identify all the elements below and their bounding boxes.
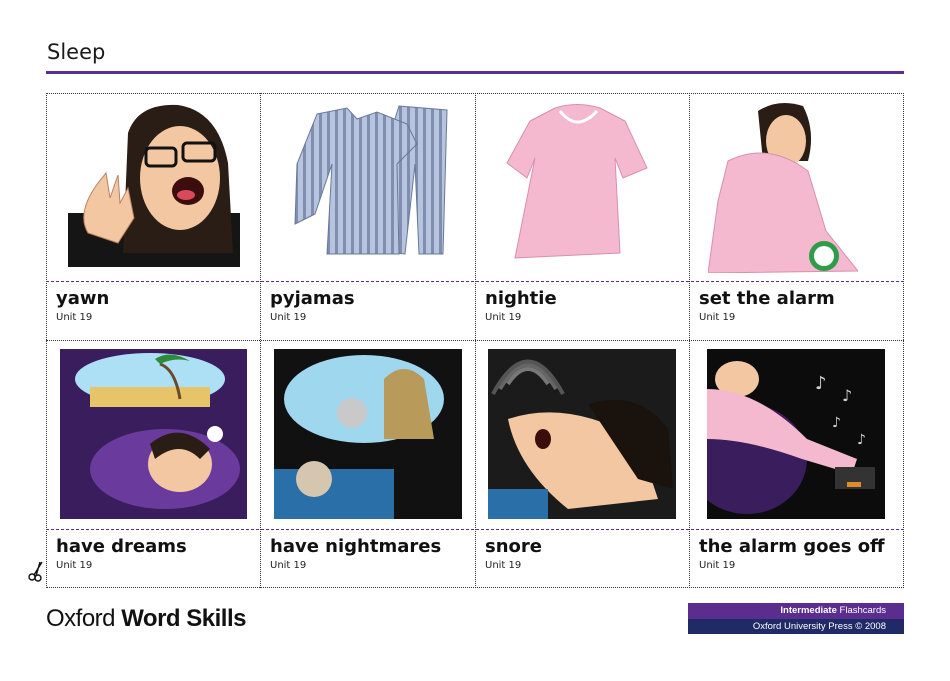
page-title: Sleep <box>47 40 106 64</box>
man-snoring-image <box>488 349 676 519</box>
nightie-image <box>506 104 648 259</box>
card-unit: Unit 19 <box>270 560 307 571</box>
card-unit: Unit 19 <box>699 312 736 323</box>
card-unit: Unit 19 <box>485 312 522 323</box>
pyjamas-image <box>294 105 448 255</box>
card-word: have dreams <box>56 536 187 557</box>
level-bold: Intermediate <box>780 605 837 616</box>
card-unit: Unit 19 <box>56 312 93 323</box>
card-unit: Unit 19 <box>485 560 522 571</box>
card-unit: Unit 19 <box>699 560 736 571</box>
svg-text:♪: ♪ <box>832 415 841 431</box>
yawning-woman-image <box>68 104 240 267</box>
card-word: nightie <box>485 288 557 309</box>
card-word: have nightmares <box>270 536 442 557</box>
brand-logo: Oxford Word Skills <box>46 605 246 633</box>
card-unit: Unit 19 <box>270 312 307 323</box>
woman-alarm-goes-off-image: ♪ ♪ ♪ ♪ <box>707 349 885 519</box>
card-word: snore <box>485 536 542 557</box>
level-badge: Intermediate Flashcards <box>688 603 904 619</box>
publisher-badge: Oxford University Press © 2008 <box>688 619 904 634</box>
title-rule <box>46 71 904 74</box>
level-rest: Flashcards <box>839 605 886 616</box>
woman-setting-alarm-image <box>708 102 858 273</box>
brand-bold: Word Skills <box>121 605 246 632</box>
card-unit: Unit 19 <box>56 560 93 571</box>
fold-line <box>46 281 904 282</box>
svg-text:♪: ♪ <box>857 432 866 448</box>
child-nightmare-image <box>274 349 462 519</box>
card-word: pyjamas <box>270 288 355 309</box>
fold-line <box>46 529 904 530</box>
svg-text:♪: ♪ <box>815 373 827 394</box>
cut-line <box>46 340 904 341</box>
woman-dreaming-image <box>60 349 247 519</box>
brand-light: Oxford <box>46 605 116 632</box>
card-word: set the alarm <box>699 288 835 309</box>
scissors-icon <box>28 561 43 582</box>
svg-text:♪: ♪ <box>842 386 852 405</box>
card-word: the alarm goes off <box>699 536 885 557</box>
card-word: yawn <box>56 288 110 309</box>
